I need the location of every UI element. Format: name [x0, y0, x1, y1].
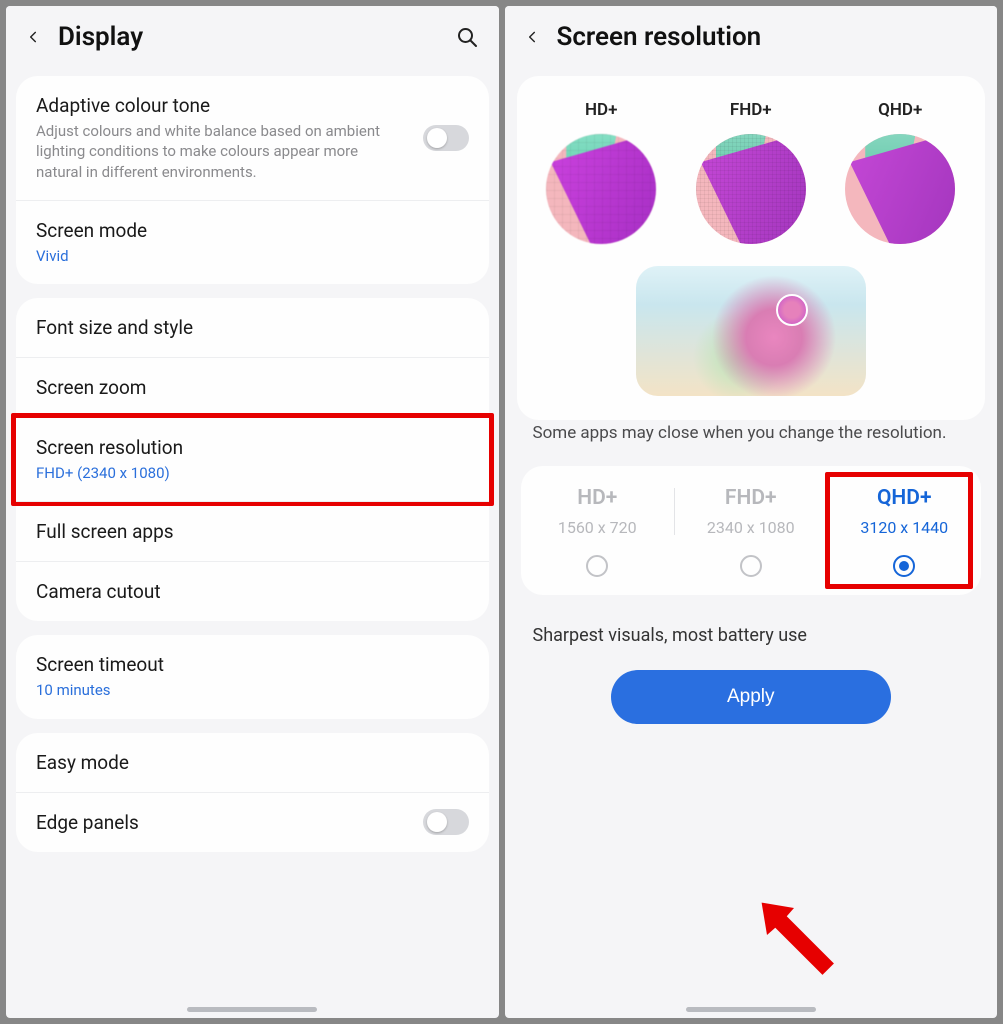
- option-fhd[interactable]: FHD+ 2340 x 1080: [674, 466, 828, 595]
- row-title: Full screen apps: [36, 520, 469, 543]
- page-title: Screen resolution: [557, 22, 978, 52]
- row-title: Camera cutout: [36, 580, 469, 603]
- adaptive-toggle[interactable]: [423, 125, 469, 151]
- annotation-arrow-icon: [749, 890, 839, 980]
- camera-cutout-row[interactable]: Camera cutout: [16, 562, 489, 621]
- row-title: Screen mode: [36, 219, 469, 242]
- option-title: QHD+: [834, 486, 976, 510]
- resolution-note: Some apps may close when you change the …: [509, 420, 994, 456]
- preview-label: HD+: [527, 100, 675, 120]
- row-title: Screen timeout: [36, 653, 469, 676]
- preview-thumbnail-icon: [845, 134, 955, 244]
- row-title: Screen resolution: [36, 436, 469, 459]
- row-value: 10 minutes: [36, 680, 406, 700]
- option-sub: 2340 x 1080: [680, 518, 822, 537]
- header: Display: [6, 6, 499, 62]
- row-description: Adjust colours and white balance based o…: [36, 121, 406, 182]
- screen-zoom-row[interactable]: Screen zoom: [16, 358, 489, 418]
- page-title: Display: [58, 22, 437, 52]
- settings-list: Adaptive colour tone Adjust colours and …: [6, 62, 499, 1018]
- easy-mode-row[interactable]: Easy mode: [16, 733, 489, 793]
- row-value: Vivid: [36, 246, 406, 266]
- screen-resolution-row[interactable]: Screen resolution FHD+ (2340 x 1080): [16, 418, 489, 501]
- preview-fhd: FHD+: [677, 100, 825, 244]
- row-title: Easy mode: [36, 751, 469, 774]
- display-settings-screen: Display Adaptive colour tone Adjust colo…: [6, 6, 499, 1018]
- radio-icon: [586, 555, 608, 577]
- row-title: Font size and style: [36, 316, 469, 339]
- option-title: HD+: [527, 486, 669, 510]
- option-hd[interactable]: HD+ 1560 x 720: [521, 466, 675, 595]
- home-indicator[interactable]: [686, 1007, 816, 1012]
- screen-mode-row[interactable]: Screen mode Vivid: [16, 201, 489, 284]
- resolution-previews: HD+ FHD+ QHD+: [517, 76, 986, 250]
- preview-thumbnail-icon: [696, 134, 806, 244]
- option-sub: 3120 x 1440: [834, 518, 976, 537]
- row-value: FHD+ (2340 x 1080): [36, 463, 406, 483]
- option-qhd[interactable]: QHD+ 3120 x 1440: [828, 466, 982, 595]
- apply-button[interactable]: Apply: [611, 670, 891, 724]
- preview-thumbnail-icon: [546, 134, 656, 244]
- preview-label: QHD+: [826, 100, 974, 120]
- font-size-row[interactable]: Font size and style: [16, 298, 489, 358]
- full-screen-apps-row[interactable]: Full screen apps: [16, 501, 489, 562]
- selection-description: Sharpest visuals, most battery use: [509, 605, 994, 656]
- back-icon[interactable]: [26, 25, 40, 49]
- adaptive-colour-tone-row[interactable]: Adaptive colour tone Adjust colours and …: [16, 76, 489, 201]
- preview-label: FHD+: [677, 100, 825, 120]
- screen-resolution-screen: Screen resolution HD+ FHD+ QHD+ Some ap: [505, 6, 998, 1018]
- back-icon[interactable]: [525, 25, 539, 49]
- wallpaper-preview: [636, 266, 866, 396]
- preview-hd: HD+: [527, 100, 675, 244]
- annotation-highlight: Screen resolution FHD+ (2340 x 1080): [11, 413, 494, 506]
- preview-qhd: QHD+: [826, 100, 974, 244]
- edge-panels-row[interactable]: Edge panels: [16, 793, 489, 852]
- screen-timeout-row[interactable]: Screen timeout 10 minutes: [16, 635, 489, 718]
- resolution-content: HD+ FHD+ QHD+ Some apps may close when y…: [505, 62, 998, 1018]
- header: Screen resolution: [505, 6, 998, 62]
- resolution-options: HD+ 1560 x 720 FHD+ 2340 x 1080 QHD+ 312…: [521, 466, 982, 595]
- home-indicator[interactable]: [187, 1007, 317, 1012]
- radio-icon: [893, 555, 915, 577]
- option-sub: 1560 x 720: [527, 518, 669, 537]
- row-title: Edge panels: [36, 811, 469, 834]
- edge-panels-toggle[interactable]: [423, 809, 469, 835]
- row-title: Screen zoom: [36, 376, 469, 399]
- search-icon[interactable]: [455, 25, 479, 49]
- row-title: Adaptive colour tone: [36, 94, 469, 117]
- option-title: FHD+: [680, 486, 822, 510]
- radio-icon: [740, 555, 762, 577]
